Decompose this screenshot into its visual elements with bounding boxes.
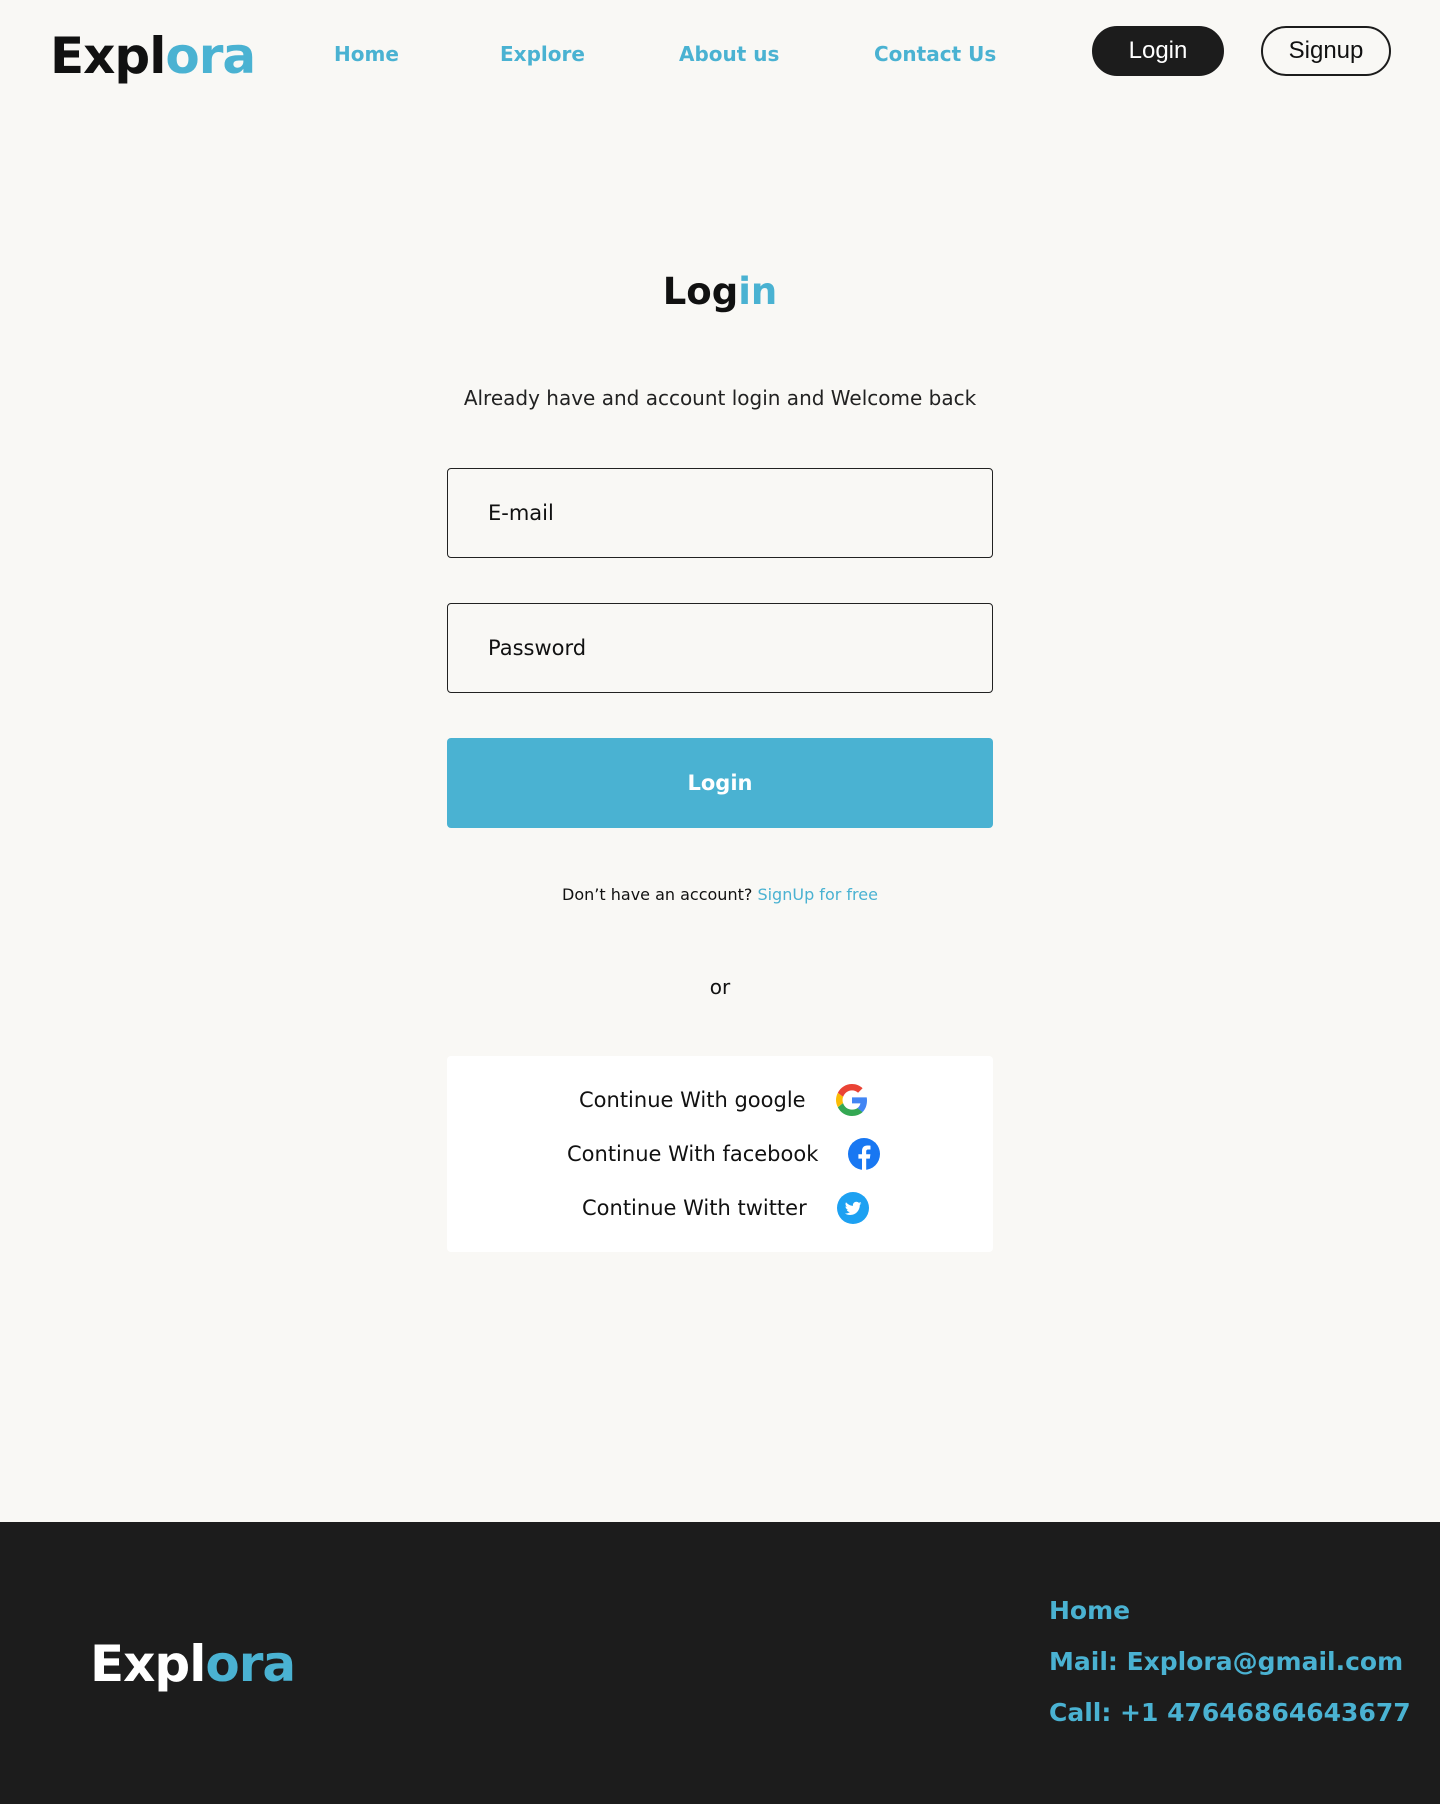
password-field[interactable] — [447, 603, 993, 693]
google-icon — [835, 1084, 868, 1116]
nav-contact-us[interactable]: Contact Us — [874, 42, 996, 66]
title-part2: in — [738, 270, 778, 313]
social-login-panel: Continue With google Continue With faceb… — [447, 1056, 993, 1252]
no-account-text: Don’t have an account? — [562, 885, 753, 904]
continue-google-button[interactable]: Continue With google — [579, 1084, 868, 1116]
signup-link[interactable]: SignUp for free — [757, 885, 877, 904]
email-field[interactable] — [447, 468, 993, 558]
header-signup-button[interactable]: Signup — [1261, 26, 1391, 76]
login-submit-button[interactable]: Login — [447, 738, 993, 828]
nav-about-us[interactable]: About us — [679, 42, 779, 66]
facebook-icon — [848, 1138, 881, 1170]
footer-home-link[interactable]: Home — [1049, 1594, 1130, 1628]
header-login-button[interactable]: Login — [1092, 26, 1224, 76]
continue-facebook-button[interactable]: Continue With facebook — [567, 1138, 881, 1170]
title-part1: Log — [662, 270, 739, 313]
page: Explora Home Explore About us Contact Us… — [0, 0, 1440, 1804]
continue-twitter-button[interactable]: Continue With twitter — [582, 1192, 869, 1224]
twitter-icon — [836, 1192, 869, 1224]
login-subtitle: Already have and account login and Welco… — [463, 386, 977, 410]
nav-explore[interactable]: Explore — [500, 42, 585, 66]
nav-home[interactable]: Home — [334, 42, 399, 66]
footer-call: Call: +1 47646864643677 — [1049, 1698, 1411, 1727]
social-label: Continue With google — [579, 1088, 806, 1112]
footer-mail: Mail: Explora@gmail.com — [1049, 1647, 1404, 1676]
social-label: Continue With facebook — [567, 1142, 819, 1166]
logo-text-part2: ora — [165, 27, 256, 85]
site-header: Explora Home Explore About us Contact Us… — [0, 0, 1440, 110]
logo-text-part1: Expl — [90, 1635, 206, 1693]
signup-prompt: Don’t have an account? SignUp for free — [0, 884, 1440, 906]
logo-text-part1: Expl — [50, 27, 166, 85]
social-label: Continue With twitter — [582, 1196, 807, 1220]
footer-logo[interactable]: Explora — [90, 1632, 296, 1696]
or-divider: or — [709, 975, 731, 999]
logo-text-part2: ora — [205, 1635, 296, 1693]
page-title: Login — [0, 266, 1440, 318]
logo[interactable]: Explora — [50, 24, 256, 88]
site-footer: Explora Home Mail: Explora@gmail.com Cal… — [0, 1522, 1440, 1804]
